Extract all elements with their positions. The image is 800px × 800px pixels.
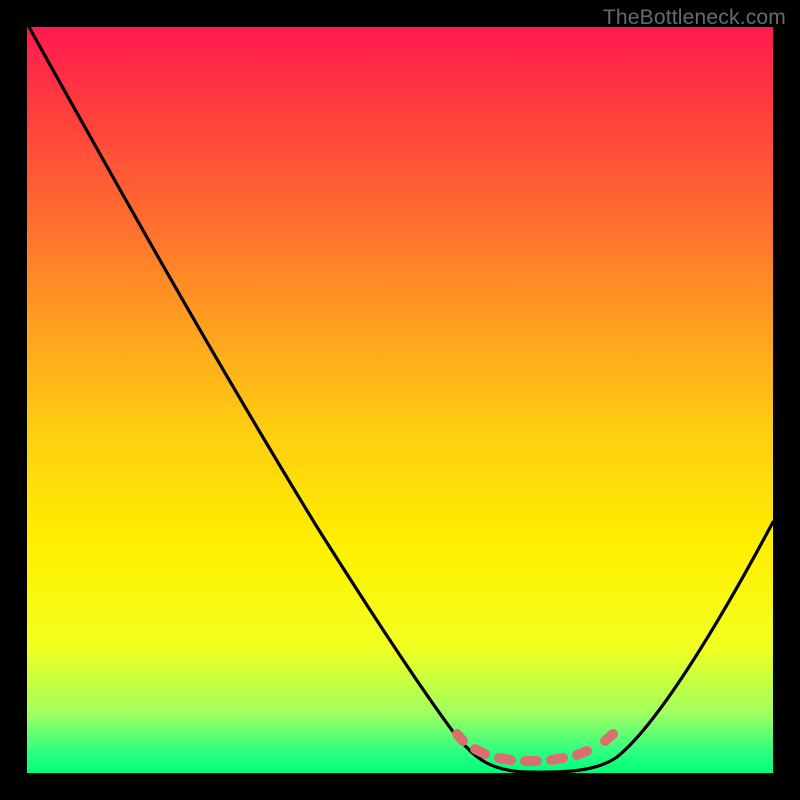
plot-area bbox=[27, 27, 773, 773]
highlight-band bbox=[457, 734, 613, 761]
plot-svg bbox=[27, 27, 773, 773]
bottleneck-curve bbox=[29, 27, 773, 772]
watermark-text: TheBottleneck.com bbox=[603, 6, 786, 30]
chart-container: TheBottleneck.com bbox=[0, 0, 800, 800]
